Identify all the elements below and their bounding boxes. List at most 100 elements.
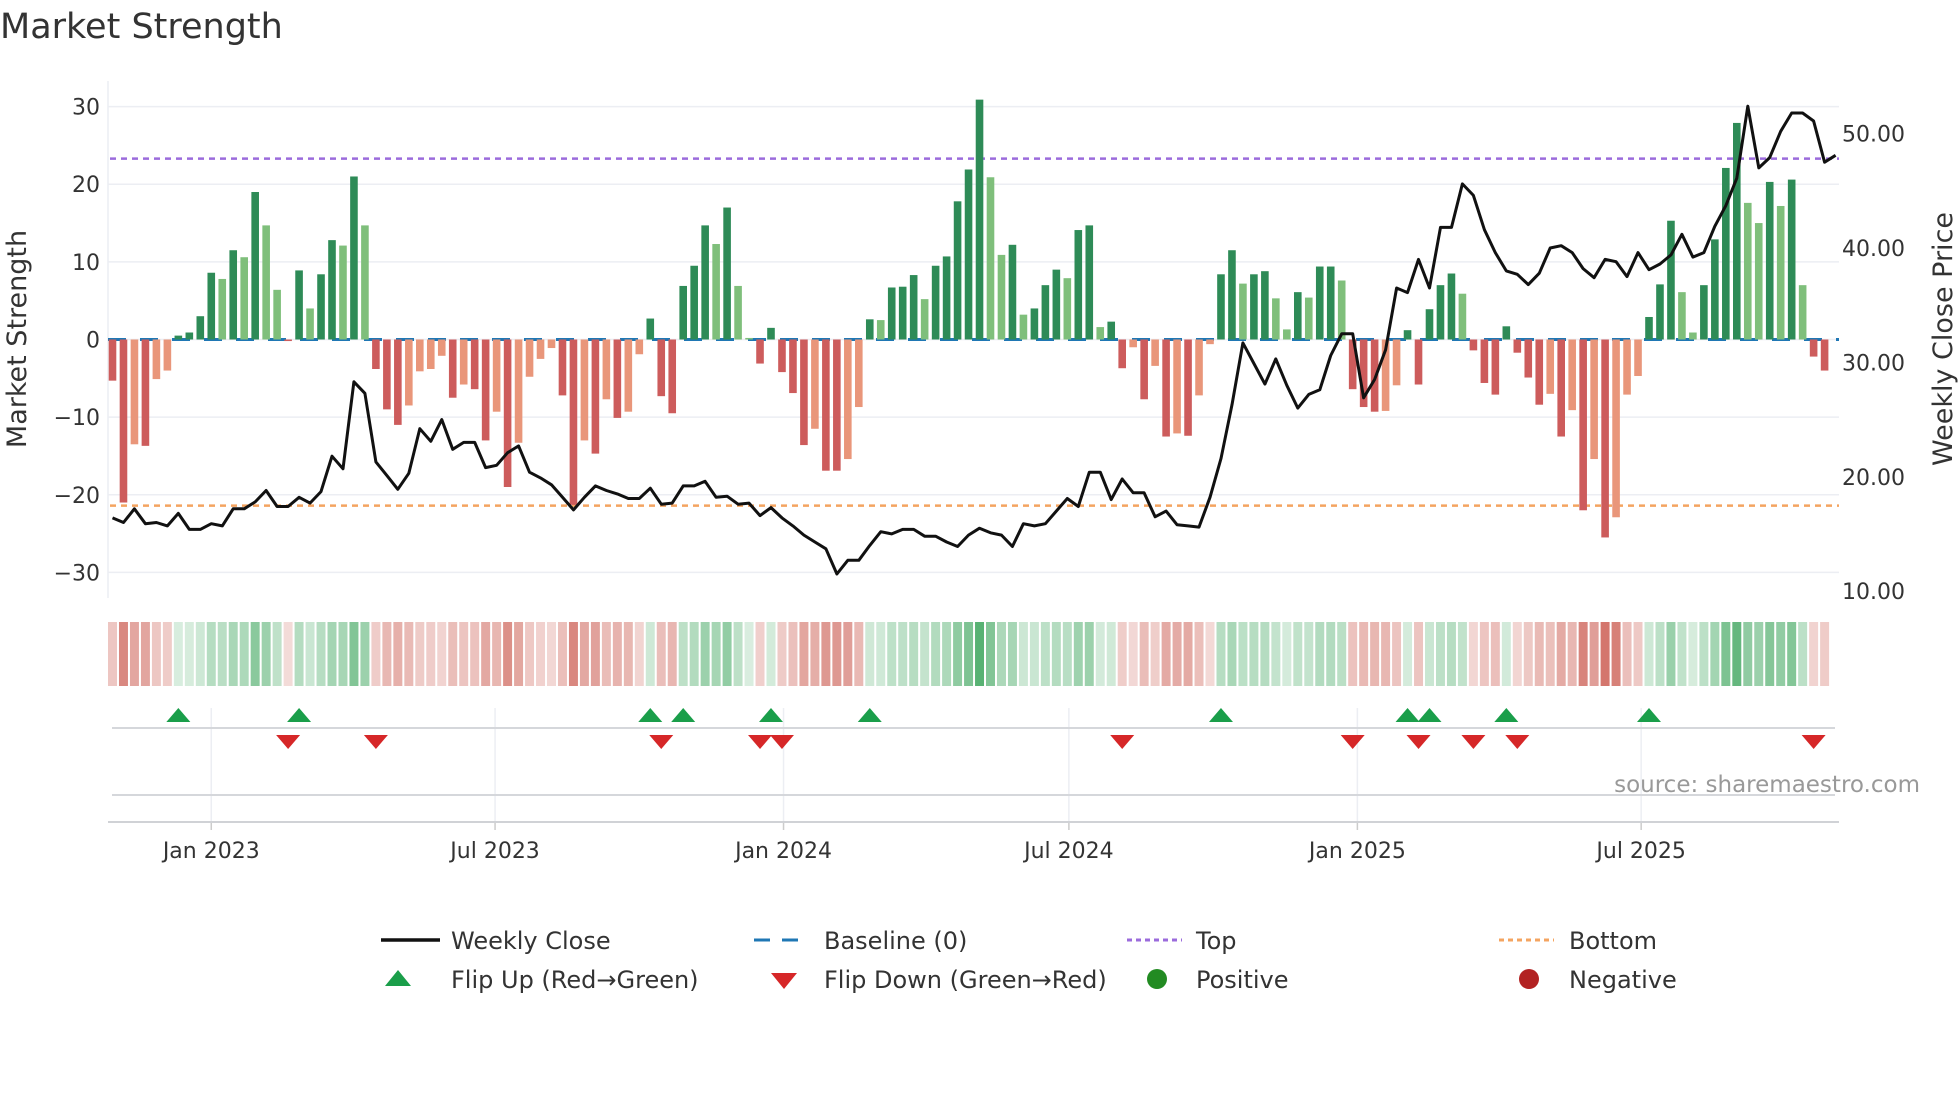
heat-cell	[448, 622, 458, 686]
flip-down-marker	[748, 735, 773, 749]
positive-bar	[1425, 309, 1434, 340]
positive-bar	[185, 332, 194, 340]
heat-cell	[722, 622, 732, 686]
heat-cell	[360, 622, 370, 686]
positive-bar	[339, 245, 347, 340]
flip-up-marker	[166, 708, 191, 722]
heat-cell	[1435, 622, 1445, 686]
negative-bar	[492, 339, 501, 412]
heat-cell	[250, 622, 260, 686]
positive-bar	[876, 320, 885, 340]
heat-cell	[525, 622, 535, 686]
heat-cell	[371, 622, 381, 686]
y-tick-label: 30	[72, 96, 100, 121]
negative-bar	[1151, 339, 1159, 366]
negative-bar	[547, 339, 556, 349]
negative-bar	[152, 339, 161, 380]
heat-cell	[996, 622, 1006, 686]
negative-bar	[1557, 339, 1565, 437]
legend-positive-icon	[1147, 969, 1167, 989]
positive-bar	[712, 244, 720, 340]
negative-bar	[1491, 339, 1500, 395]
positive-bar	[953, 201, 962, 340]
positive-bar	[679, 285, 687, 340]
y2-tick-label: 30.00	[1842, 351, 1905, 376]
heat-cell	[1194, 622, 1204, 686]
positive-bar	[964, 169, 973, 340]
negative-bar	[833, 339, 841, 471]
positive-bar	[887, 287, 896, 340]
positive-bar	[1787, 179, 1796, 340]
heat-cell	[1501, 622, 1511, 686]
chart-title: Market Strength	[0, 7, 283, 47]
positive-bar	[1447, 273, 1456, 340]
legend-baseline-label: Baseline (0)	[824, 927, 967, 955]
heat-cell	[1545, 622, 1555, 686]
source-label: source: sharemaestro.com	[1614, 772, 1920, 798]
heat-cell	[843, 622, 853, 686]
heat-cell	[1205, 622, 1215, 686]
positive-bar	[1019, 314, 1028, 340]
flip-down-marker	[1110, 735, 1135, 749]
heat-cell	[678, 622, 688, 686]
heat-cell	[1787, 622, 1797, 686]
flip-down-marker	[1505, 735, 1530, 749]
positive-bar	[207, 272, 216, 340]
heat-cell	[1534, 622, 1544, 686]
negative-bar	[844, 339, 852, 460]
negative-bar	[1535, 339, 1544, 405]
heat-cell	[470, 622, 480, 686]
heat-cell	[1479, 622, 1489, 686]
positive-bar	[317, 274, 325, 340]
heat-cell	[1249, 622, 1259, 686]
heat-cell	[1150, 622, 1160, 686]
flip-up-marker	[1417, 708, 1442, 722]
flip-down-marker	[1406, 735, 1431, 749]
positive-bar	[1272, 298, 1280, 340]
heat-cell	[1688, 622, 1698, 686]
positive-bar	[1239, 283, 1247, 340]
heat-cell	[898, 622, 908, 686]
negative-bar	[1173, 339, 1181, 434]
heat-cell	[305, 622, 315, 686]
y2-tick-label: 40.00	[1842, 237, 1905, 262]
x-tick-label: Jul 2023	[448, 839, 540, 864]
positive-bar	[1776, 205, 1785, 340]
heat-cell	[1095, 622, 1105, 686]
heat-cell	[821, 622, 831, 686]
heat-cell	[744, 622, 754, 686]
positive-bar	[1250, 274, 1258, 340]
legend-flip-down-label: Flip Down (Green→Red)	[824, 966, 1107, 994]
negative-bar	[635, 339, 644, 355]
negative-bar	[657, 339, 666, 397]
positive-bar	[1326, 266, 1335, 340]
heat-cell	[1040, 622, 1050, 686]
heat-cell	[118, 622, 128, 686]
positive-bar	[646, 318, 655, 340]
positive-bar	[898, 286, 907, 340]
positive-bar	[997, 254, 1006, 340]
heat-cell	[634, 622, 644, 686]
heat-cell	[711, 622, 721, 686]
heat-cell	[1216, 622, 1226, 686]
x-tick-label: Jul 2024	[1022, 839, 1114, 864]
negative-bar	[855, 339, 863, 408]
negative-bar	[372, 339, 380, 369]
negative-bar	[1469, 339, 1478, 351]
y-axis-label: Market Strength	[2, 230, 33, 448]
heat-cell	[689, 622, 699, 686]
heat-cell	[788, 622, 798, 686]
heat-cell	[557, 622, 567, 686]
positive-bar	[273, 289, 281, 340]
negative-bar	[448, 339, 457, 398]
heat-cell	[1666, 622, 1676, 686]
heat-cell	[151, 622, 161, 686]
positive-bar	[1711, 239, 1719, 340]
heat-cell	[547, 622, 556, 686]
heat-cell	[942, 622, 952, 686]
legend-weekly-close-label: Weekly Close	[451, 927, 611, 955]
negative-bar	[1184, 339, 1192, 436]
heat-cell	[766, 622, 776, 686]
positive-bar	[218, 278, 227, 340]
heat-cell	[612, 622, 622, 686]
